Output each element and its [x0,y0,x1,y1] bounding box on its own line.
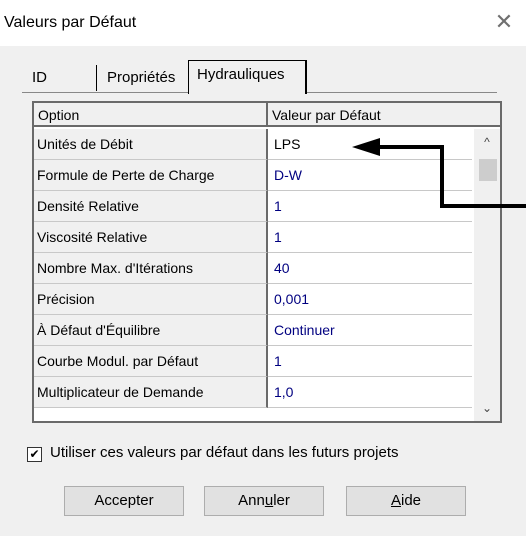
help-mnemonic: A [390,492,401,509]
option-label: À Défaut d'Équilibre [34,315,268,346]
option-label: Multiplicateur de Demande [34,377,268,408]
dialog-title: Valeurs par Défaut [4,14,137,31]
vertical-scrollbar[interactable]: ^ ⌄ [474,129,500,421]
tab-id[interactable]: ID [22,65,94,91]
table-row: Viscosité Relative 1 [34,222,472,253]
cancel-mnemonic: u [264,492,274,509]
table-row: Formule de Perte de Charge D-W [34,160,472,191]
option-value[interactable]: Continuer [268,315,472,346]
accept-button[interactable]: Accepter [64,486,184,516]
tab-hydraulics-label: Hydrauliques [197,66,285,83]
close-icon[interactable]: ✕ [492,10,516,34]
table-row: À Défaut d'Équilibre Continuer [34,315,472,346]
tab-hydraulics[interactable]: Hydrauliques [188,60,307,94]
cancel-label-start: Ann [238,492,265,509]
option-value[interactable]: 1 [268,191,472,222]
tab-id-label: ID [32,69,47,86]
title-bar: Valeurs par Défaut ✕ [0,0,526,46]
scroll-down-icon[interactable]: ⌄ [474,397,500,419]
table-row: Précision 0,001 [34,284,472,315]
scrollbar-thumb[interactable] [479,159,497,181]
defaults-dialog: Valeurs par Défaut ✕ ID Propriétés Hydra… [0,0,526,538]
cancel-label-end: ler [273,492,290,509]
option-label: Unités de Débit [34,129,268,160]
option-value[interactable]: LPS [268,129,472,160]
table-row: Nombre Max. d'Itérations 40 [34,253,472,284]
table-row: Densité Relative 1 [34,191,472,222]
help-label-end: ide [400,492,422,509]
tab-properties[interactable]: Propriétés [96,65,191,91]
cancel-button[interactable]: Annuler [204,486,324,516]
option-label: Courbe Modul. par Défaut [34,346,268,377]
use-defaults-checkbox[interactable]: ✔ [27,447,42,462]
option-value[interactable]: D-W [268,160,472,191]
option-label: Précision [34,284,268,315]
tab-properties-label: Propriétés [107,69,176,86]
option-label: Densité Relative [34,191,268,222]
property-grid: Option Valeur par Défaut Unités de Débit… [32,101,502,423]
table-row: Unités de Débit LPS [34,129,472,160]
option-value[interactable]: 1 [268,346,472,377]
scroll-up-icon[interactable]: ^ [474,131,500,153]
option-label: Viscosité Relative [34,222,268,253]
column-header-value: Valeur par Défaut [268,103,500,127]
option-value[interactable]: 40 [268,253,472,284]
table-row: Courbe Modul. par Défaut 1 [34,346,472,377]
option-label: Nombre Max. d'Itérations [34,253,268,284]
column-header-option: Option [34,103,268,127]
help-button[interactable]: Aide [346,486,466,516]
use-defaults-label: Utiliser ces valeurs par défaut dans les… [50,444,399,461]
option-value[interactable]: 1,0 [268,377,472,408]
option-value[interactable]: 1 [268,222,472,253]
option-label: Formule de Perte de Charge [34,160,268,191]
option-value[interactable]: 0,001 [268,284,472,315]
table-row: Multiplicateur de Demande 1,0 [34,377,472,408]
